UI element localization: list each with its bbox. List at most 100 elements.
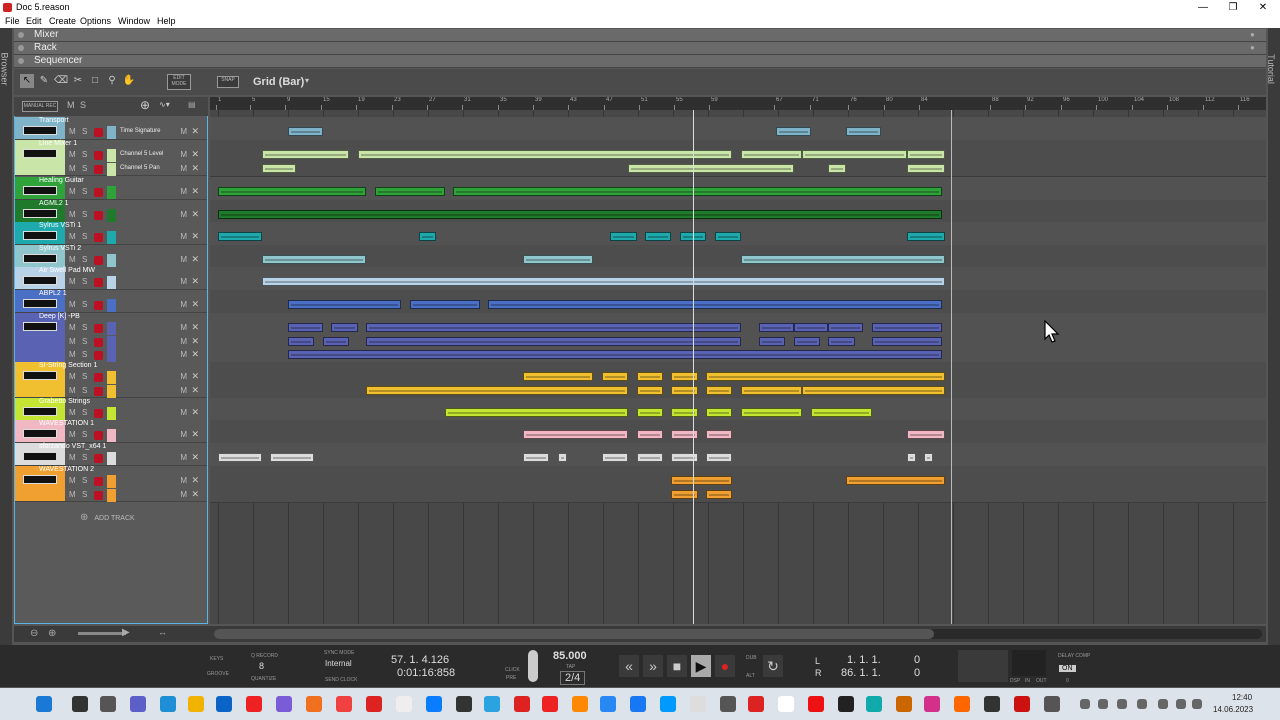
delete-lane-icon[interactable]: ✕ [191,276,199,287]
note-clip[interactable] [366,323,742,332]
track-name[interactable]: sforzando VST_x64 1 [39,443,106,450]
record-enable-button[interactable] [94,351,103,360]
telegram-icon[interactable] [484,696,500,712]
solo-button[interactable]: S [82,300,87,309]
note-clip[interactable] [261,150,349,159]
rack-section-header[interactable]: Rack ● [14,42,1266,55]
note-clip[interactable] [845,476,945,485]
delete-lane-icon[interactable]: ✕ [191,322,199,333]
app-icon[interactable] [660,696,676,712]
record-enable-button[interactable] [94,233,103,242]
track-row[interactable]: Deep [K] -PB M S M ✕ M S M ✕ M S M ✕ [15,313,207,363]
note-clip[interactable] [523,255,593,264]
note-clip[interactable] [218,210,942,219]
solo-button[interactable]: S [82,255,87,264]
mixer-section-header[interactable]: Mixer ● [14,29,1266,42]
loop-button[interactable]: ↻ [763,655,783,677]
solo-button[interactable]: S [82,453,87,462]
note-clip[interactable] [636,430,663,439]
magnify-tool-icon[interactable]: ⚲ [105,74,119,88]
lane-mute-button[interactable]: M [180,408,187,417]
mic-icon[interactable] [1117,699,1127,709]
rewind-button[interactable]: « [619,655,639,677]
note-clip[interactable] [287,300,402,309]
delete-lane-icon[interactable]: ✕ [191,371,199,382]
reason-icon[interactable] [1014,696,1030,712]
app-icon[interactable] [808,696,824,712]
lane-mute-button[interactable]: M [180,476,187,485]
note-clip[interactable] [218,187,367,196]
note-clip[interactable] [741,385,803,395]
playhead[interactable] [693,110,694,624]
pencil-tool-icon[interactable]: ✎ [37,74,51,88]
note-clip[interactable] [741,408,803,417]
clock-time[interactable]: 12:40 [1232,693,1252,702]
note-clip[interactable] [488,300,942,309]
note-clip[interactable] [793,323,829,332]
more-icon[interactable] [1044,696,1060,712]
play-button[interactable]: ▶ [691,655,711,677]
solo-button[interactable]: S [82,277,87,286]
note-clip[interactable] [218,232,262,241]
lane-mute-button[interactable]: M [180,210,187,219]
app-icon[interactable] [456,696,472,712]
record-enable-button[interactable] [94,386,103,396]
record-enable-button[interactable] [94,188,103,197]
note-clip[interactable] [810,408,872,417]
note-clip[interactable] [322,336,349,346]
track-row[interactable]: sforzando VST_x64 1 M S M ✕ [15,443,207,466]
teams-icon[interactable] [130,696,146,712]
track-height-slider[interactable] [78,632,126,635]
edge-icon[interactable] [160,696,176,712]
track-row[interactable]: Sylrus VSTi 2 M S M ✕ [15,245,207,268]
app-icon[interactable] [306,696,322,712]
delete-lane-icon[interactable]: ✕ [191,126,199,137]
lane-mute-button[interactable]: M [180,337,187,346]
zoom-h-icon[interactable]: ↔ [158,627,167,637]
song-end-marker[interactable] [951,110,952,624]
track-name[interactable]: Sylrus VSTi 1 [39,222,81,229]
delete-lane-icon[interactable]: ✕ [191,349,199,360]
delay-comp-toggle[interactable]: ON [1059,665,1076,672]
messenger-icon[interactable] [426,696,442,712]
scroll-thumb[interactable] [214,629,934,639]
zoom-in-icon[interactable]: ⊕ [48,628,56,639]
note-clip[interactable] [331,323,358,332]
track-name[interactable]: Line Mixer 1 [39,140,77,147]
note-clip[interactable] [409,300,480,309]
record-enable-button[interactable] [94,490,103,500]
lane-mute-button[interactable]: M [180,127,187,136]
note-clip[interactable] [758,336,785,346]
timeline-ruler[interactable]: 1 5 9 15 19 23 27 31 35 39 43 47 51 55 59 67 71 76 80 84 88 9… [210,97,1266,110]
lane-mute-button[interactable]: M [180,453,187,462]
solo-button[interactable]: S [82,323,87,332]
mute-button[interactable]: M [69,490,76,499]
note-clip[interactable] [706,408,733,417]
track-name[interactable]: Healing Guitar [39,177,84,184]
opera-icon[interactable] [366,696,382,712]
hand-tool-icon[interactable]: ✋ [122,74,136,88]
youtube-icon[interactable] [542,696,558,712]
record-enable-button[interactable] [94,301,103,310]
lane-mute-button[interactable]: M [180,300,187,309]
note-clip[interactable] [706,372,945,381]
note-clip[interactable] [828,323,864,332]
track-name[interactable]: Sylrus VSTi 2 [39,245,81,252]
track-row[interactable]: SI-String Section 1 M S M ✕ M S M ✕ [15,362,207,398]
track-row[interactable]: Transport M S Time Signature M ✕ [15,117,207,140]
track-name[interactable]: Transport [39,117,69,124]
record-enable-button[interactable] [94,337,103,347]
record-enable-button[interactable] [94,278,103,287]
lane-mute-button[interactable]: M [180,430,187,439]
time-signature[interactable]: 2/4 [560,671,586,685]
note-clip[interactable] [872,323,942,332]
quantize-value[interactable]: 8 [259,661,264,671]
note-clip[interactable] [906,150,945,159]
note-clip[interactable] [906,453,916,462]
wifi-icon[interactable] [1158,699,1168,709]
note-clip[interactable] [706,489,733,499]
arrange-view[interactable]: 1 5 9 15 19 23 27 31 35 39 43 47 51 55 59 67 71 76 80 84 88 9… [210,97,1266,624]
note-clip[interactable] [627,163,794,173]
note-clip[interactable] [444,408,628,417]
mute-button[interactable]: M [69,372,76,381]
